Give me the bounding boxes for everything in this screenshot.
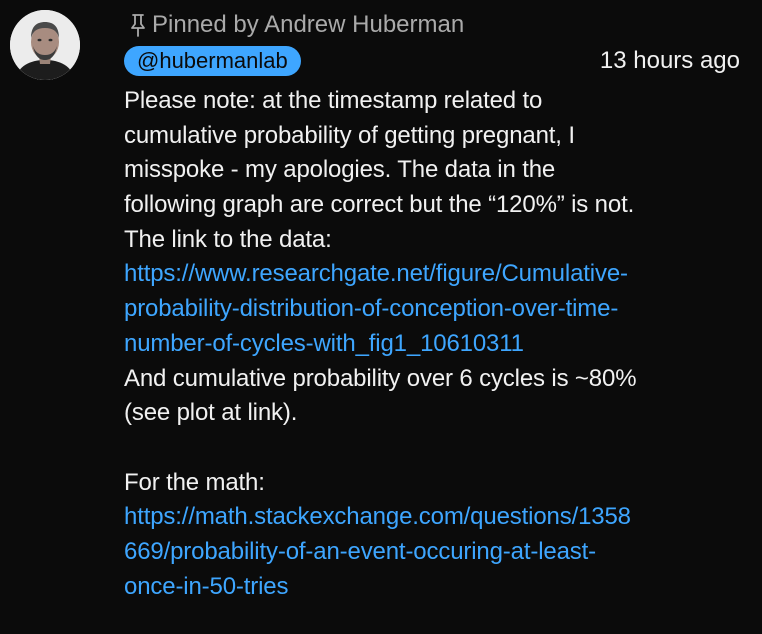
pin-icon [131,14,145,37]
comment-text-line: misspoke - my apologies. The data in the [124,156,556,184]
stackexchange-link[interactable]: https://math.stackexchange.com/questions… [124,500,754,535]
stackexchange-link[interactable]: 669/probability-of-an-event-occuring-at-… [124,535,754,570]
comment-text-line: For the math: [124,468,265,496]
researchgate-link[interactable]: probability-distribution-of-conception-o… [124,292,754,327]
avatar[interactable] [10,10,80,80]
stackexchange-link[interactable]: once-in-50-tries [124,570,754,605]
comment-text-line: (see plot at link). [124,399,298,427]
comment-text-line: cumulative probability of getting pregna… [124,121,575,149]
comment-text-line: And cumulative probability over 6 cycles… [124,364,637,392]
comment-text-line: Please note: at the timestamp related to [124,87,543,114]
author-channel-badge[interactable]: @hubermanlab [124,46,301,76]
comment-text-line: following graph are correct but the “120… [124,191,635,219]
pinned-comment: Pinned by Andrew Huberman @hubermanlab 1… [0,0,762,634]
avatar-portrait-icon [10,10,80,80]
comment-timestamp[interactable]: 13 hours ago [600,46,740,76]
comment-body: Please note: at the timestamp related to… [124,84,754,604]
pinned-indicator: Pinned by Andrew Huberman [128,10,464,40]
pinned-label: Pinned by Andrew Huberman [152,11,465,38]
researchgate-link[interactable]: number-of-cycles-with_fig1_10610311 [124,327,754,362]
comment-blank-line [124,431,754,466]
comment-text-line: The link to the data: [124,225,332,253]
researchgate-link[interactable]: https://www.researchgate.net/figure/Cumu… [124,257,754,292]
comment-header: @hubermanlab 13 hours ago [124,46,740,76]
